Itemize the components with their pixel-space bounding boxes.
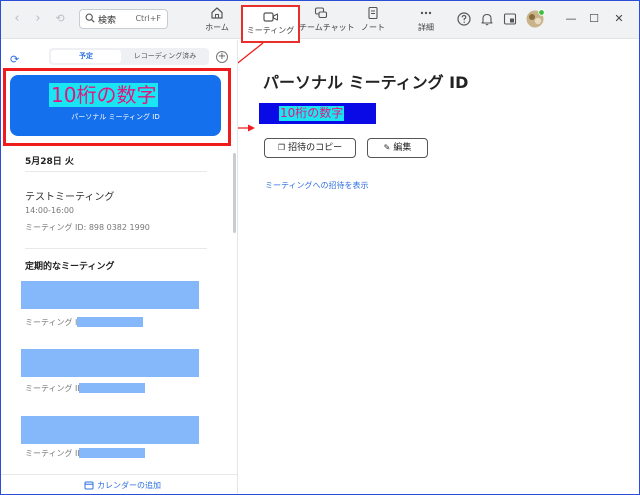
calendar-icon (84, 481, 94, 490)
copy-invite-label: 招待のコピー (288, 143, 343, 153)
pmi-subtitle: パーソナル ミーティング ID (71, 113, 160, 121)
add-calendar-button[interactable]: カレンダーの追加 (1, 474, 237, 494)
segment-recorded[interactable]: レコーディング済み (123, 50, 207, 63)
meeting-time: 14:00-16:00 (25, 206, 74, 215)
app-window: ‹ › ⟲ 検索 Ctrl+F ホーム ミーティング チームチャット ノート 詳… (0, 0, 640, 495)
divider (25, 248, 207, 249)
redacted-title-block (21, 349, 199, 377)
segment-upcoming[interactable]: 予定 (51, 50, 121, 63)
redacted-title-block (21, 416, 199, 444)
refresh-icon[interactable]: ⟳ (10, 53, 19, 66)
copy-invite-button[interactable]: ❐ 招待のコピー (264, 138, 356, 158)
scrollbar[interactable] (233, 153, 236, 233)
redacted-id-block (79, 383, 145, 393)
show-invite-link[interactable]: ミーティングへの招待を表示 (265, 180, 369, 191)
meeting-title: テストミーティング (25, 192, 115, 203)
pmi-id-box: 10桁の数字 (259, 103, 376, 124)
date-heading: 5月28日 火 (25, 157, 74, 167)
edit-button[interactable]: ✎ 編集 (367, 138, 428, 158)
divider (25, 171, 207, 172)
pencil-icon: ✎ (383, 143, 391, 152)
pmi-card[interactable]: 10桁の数字 パーソナル ミーティング ID (10, 75, 221, 136)
edit-label: 編集 (393, 143, 412, 153)
copy-icon: ❐ (277, 143, 286, 152)
annotation-arrowhead-right (248, 124, 255, 132)
recurring-id-label: ミーティング ID: (25, 449, 87, 458)
redacted-title-block (21, 281, 199, 309)
recurring-heading: 定期的なミーティング (25, 262, 115, 272)
segment-control: 予定 レコーディング済み (49, 48, 209, 65)
recurring-id-label: ミーティング ID: (25, 384, 87, 393)
meeting-list-panel: ⟳ 予定 レコーディング済み + 10桁の数字 パーソナル ミーティング ID … (1, 40, 238, 494)
pmi-number: 10桁の数字 (49, 83, 159, 107)
page-title: パーソナル ミーティング ID (263, 73, 469, 92)
redacted-id-block (77, 317, 143, 327)
redacted-id-block (79, 448, 145, 458)
pmi-id-value: 10桁の数字 (279, 106, 345, 121)
meeting-id: ミーティング ID: 898 0382 1990 (25, 223, 150, 232)
add-meeting-icon[interactable]: + (216, 51, 228, 63)
add-calendar-label: カレンダーの追加 (97, 481, 161, 490)
